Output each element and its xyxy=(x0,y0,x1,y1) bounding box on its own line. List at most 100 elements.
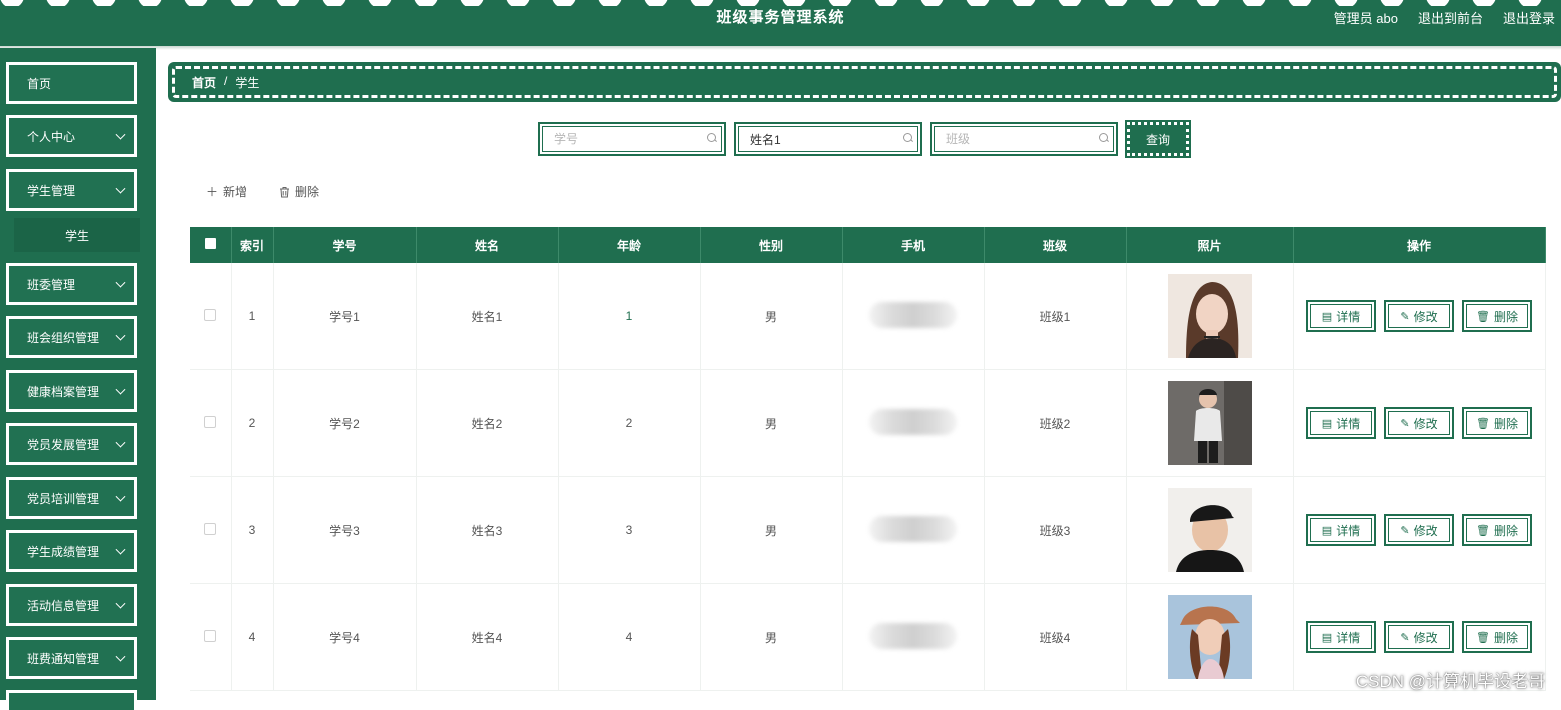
cell-student-no: 学号4 xyxy=(273,583,417,691)
sidebar-item-activities[interactable]: 活动信息管理 xyxy=(6,584,137,626)
delete-button[interactable]: 🗑 删除 xyxy=(1462,514,1532,546)
sidebar-item-party-development[interactable]: 党员发展管理 xyxy=(6,423,137,465)
pencil-icon: ✎ xyxy=(1400,417,1410,430)
select-all-checkbox[interactable] xyxy=(204,238,216,249)
column-header: 学号 xyxy=(273,227,417,263)
sidebar-item-label: 健康档案管理 xyxy=(27,384,100,399)
detail-button[interactable]: ▤ 详情 xyxy=(1306,514,1376,546)
batch-delete-button[interactable]: 删除 xyxy=(279,183,319,200)
header-shadow xyxy=(0,46,1561,50)
pencil-icon: ✎ xyxy=(1400,631,1410,644)
cell-index: 4 xyxy=(231,583,274,691)
cell-class: 班级3 xyxy=(984,476,1127,584)
detail-label: 详情 xyxy=(1336,523,1361,538)
chevron-down-icon xyxy=(115,544,126,555)
sidebar-item-class-meeting[interactable]: 班会组织管理 xyxy=(6,316,137,358)
trash-icon xyxy=(280,186,289,197)
student-table: 索引 学号 姓名 年龄 性别 手机 班级 照片 操作 1 学号1 姓名1 1 男… xyxy=(190,227,1546,691)
column-header: 操作 xyxy=(1293,227,1546,263)
student-photo xyxy=(1167,488,1252,572)
phone-blurred xyxy=(869,301,957,328)
delete-label: 删除 xyxy=(1493,630,1518,645)
detail-button[interactable]: ▤ 详情 xyxy=(1306,300,1376,332)
edit-label: 修改 xyxy=(1413,309,1438,324)
delete-button[interactable]: 🗑 删除 xyxy=(1462,621,1532,653)
student-photo xyxy=(1167,274,1252,358)
chevron-down-icon xyxy=(115,129,126,140)
trash-icon: 🗑 xyxy=(1476,417,1490,430)
edit-button[interactable]: ✎ 修改 xyxy=(1384,407,1454,439)
table-row: 3 学号3 姓名3 3 男 班级3 ▤ 详情 ✎ 修改 🗑 删除 xyxy=(190,476,1546,584)
table-header-row: 索引 学号 姓名 年龄 性别 手机 班级 照片 操作 xyxy=(190,227,1546,263)
sidebar-item-label: 活动信息管理 xyxy=(27,598,100,613)
logout-link[interactable]: 退出登录 xyxy=(1503,8,1555,27)
sidebar-item-home[interactable]: 首页 xyxy=(6,62,137,104)
cell-gender: 男 xyxy=(700,369,843,477)
name-input[interactable] xyxy=(748,129,892,149)
breadcrumb: 首页 / 学生 xyxy=(168,62,1561,102)
sidebar-item-student-management[interactable]: 学生管理 xyxy=(6,169,137,211)
cell-index: 1 xyxy=(231,263,274,370)
class-search-field xyxy=(930,122,1118,156)
watermark: CSDN @计算机毕设老哥 xyxy=(1355,672,1545,691)
top-header: 班级事务管理系统 管理员 abo 退出到前台 退出登录 xyxy=(0,0,1561,46)
document-icon: ▤ xyxy=(1321,310,1333,323)
sidebar-item-health-records[interactable]: 健康档案管理 xyxy=(6,370,137,412)
sidebar-item-label: 学生 xyxy=(64,228,89,243)
edit-button[interactable]: ✎ 修改 xyxy=(1384,621,1454,653)
sidebar-subitem-student[interactable]: 学生 xyxy=(14,218,140,252)
cell-age: 1 xyxy=(558,263,701,370)
edit-button[interactable]: ✎ 修改 xyxy=(1384,300,1454,332)
edit-button[interactable]: ✎ 修改 xyxy=(1384,514,1454,546)
edit-label: 修改 xyxy=(1413,523,1438,538)
sidebar-item-more[interactable] xyxy=(6,690,137,710)
back-to-front-link[interactable]: 退出到前台 xyxy=(1418,8,1483,27)
sidebar-item-personal-center[interactable]: 个人中心 xyxy=(6,115,137,157)
detail-label: 详情 xyxy=(1336,630,1361,645)
row-checkbox[interactable] xyxy=(204,522,217,535)
edit-label: 修改 xyxy=(1413,416,1438,431)
sidebar-item-committee-management[interactable]: 班委管理 xyxy=(6,263,137,305)
breadcrumb-home[interactable]: 首页 xyxy=(192,74,216,91)
delete-button[interactable]: 🗑 删除 xyxy=(1462,300,1532,332)
sidebar-item-label: 个人中心 xyxy=(27,129,76,144)
cell-class: 班级4 xyxy=(984,583,1127,691)
class-input[interactable] xyxy=(944,129,1088,149)
select-all-header[interactable] xyxy=(190,227,232,263)
student-no-input[interactable] xyxy=(552,129,696,149)
detail-button[interactable]: ▤ 详情 xyxy=(1306,407,1376,439)
breadcrumb-current: 学生 xyxy=(235,75,260,90)
chevron-down-icon xyxy=(115,437,126,448)
row-checkbox[interactable] xyxy=(204,308,217,321)
cell-gender: 男 xyxy=(700,263,843,370)
detail-label: 详情 xyxy=(1336,416,1361,431)
row-checkbox[interactable] xyxy=(204,629,217,642)
cell-student-no: 学号1 xyxy=(273,263,417,370)
delete-button[interactable]: 🗑 删除 xyxy=(1462,407,1532,439)
sidebar: 首页 个人中心 学生管理 学生 班委管理 班会组织管理 健康档案管理 党员发展管… xyxy=(0,48,156,710)
sidebar-item-grades[interactable]: 学生成绩管理 xyxy=(6,530,137,572)
table-row: 4 学号4 姓名4 4 男 班级4 ▤ 详情 ✎ 修改 🗑 删除 xyxy=(190,583,1546,691)
query-button[interactable]: 查询 xyxy=(1125,120,1191,158)
phone-blurred xyxy=(869,622,957,649)
cell-name: 姓名2 xyxy=(416,369,559,477)
chevron-down-icon xyxy=(115,651,126,662)
header-user-links: 管理员 abo 退出到前台 退出登录 xyxy=(1334,8,1555,27)
chevron-down-icon xyxy=(115,384,126,395)
app-title: 班级事务管理系统 xyxy=(716,9,845,26)
sidebar-item-class-fee-notice[interactable]: 班费通知管理 xyxy=(6,637,137,679)
add-button[interactable]: ＋ 新增 xyxy=(206,183,247,200)
column-header: 姓名 xyxy=(416,227,559,263)
sidebar-item-label: 学生管理 xyxy=(27,183,76,198)
delete-label: 删除 xyxy=(295,185,320,199)
row-checkbox[interactable] xyxy=(204,415,217,428)
cell-class: 班级1 xyxy=(984,263,1127,370)
student-photo xyxy=(1167,595,1252,679)
column-header: 班级 xyxy=(984,227,1127,263)
name-search-field xyxy=(734,122,922,156)
cell-index: 3 xyxy=(231,476,274,584)
sidebar-item-label: 班费通知管理 xyxy=(27,651,100,666)
add-label: 新增 xyxy=(223,185,248,199)
sidebar-item-party-training[interactable]: 党员培训管理 xyxy=(6,477,137,519)
detail-button[interactable]: ▤ 详情 xyxy=(1306,621,1376,653)
